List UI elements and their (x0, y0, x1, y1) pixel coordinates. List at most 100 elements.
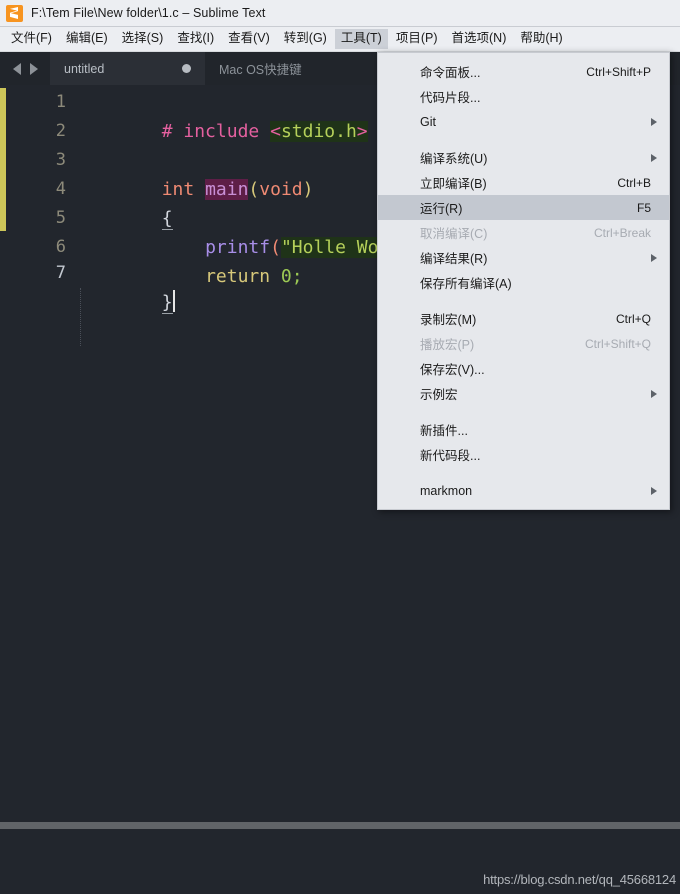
build-output-console: Holle World! [Finished in 0.4s] https://… (0, 829, 680, 894)
menu-item-label: 立即编译(B) (420, 177, 487, 191)
token-paren-close: ) (302, 179, 314, 200)
menu-preferences[interactable]: 首选项(N) (446, 29, 513, 49)
text-cursor (172, 290, 175, 312)
code-line-6: return 0; (75, 233, 303, 287)
line-number: 4 (55, 179, 66, 199)
menu-selection[interactable]: 选择(S) (116, 29, 170, 49)
menu-item-label: 新插件... (420, 424, 468, 438)
menu-item-label: 编译系统(U) (420, 152, 488, 166)
code-line-4: { (75, 175, 173, 230)
sublime-text-window: F:\Tem File\New folder\1.c – Sublime Tex… (0, 0, 680, 894)
tools-dropdown-menu: 命令面板... Ctrl+Shift+P 代码片段... Git 编译系统(U)… (377, 52, 670, 510)
code-line-5: printf("Holle Worl (75, 204, 401, 258)
menu-item-run[interactable]: 运行(R) F5 (378, 195, 669, 220)
token-number-zero: 0 (280, 266, 292, 287)
code-line-7: } (75, 259, 175, 314)
token-preprocessor-hash: # (161, 121, 173, 142)
token-angle-open: < (270, 121, 281, 142)
menu-separator (378, 300, 669, 301)
arrow-right-icon[interactable] (29, 62, 38, 75)
menu-item-new-plugin[interactable]: 新插件... (378, 417, 669, 442)
watermark-url: https://blog.csdn.net/qq_45668124 (483, 872, 676, 887)
code-line-1: # include <stdio.h> (75, 88, 368, 142)
line-number: 5 (55, 208, 66, 228)
menu-item-shortcut: Ctrl+Shift+P (586, 64, 651, 79)
menu-item-git[interactable]: Git (378, 109, 669, 134)
menu-item-label: 播放宏(P) (420, 338, 475, 352)
menu-item-shortcut: Ctrl+Break (593, 225, 651, 240)
token-angle-close: > (356, 121, 368, 142)
menu-item-save-macro[interactable]: 保存宏(V)... (378, 356, 669, 381)
unsaved-dot-icon[interactable] (182, 64, 191, 73)
menu-item-shortcut: Ctrl+B (617, 175, 651, 190)
token-include-keyword: include (172, 121, 271, 142)
menu-item-snippets[interactable]: 代码片段... (378, 84, 669, 109)
token-return-keyword: return (205, 266, 281, 287)
chevron-right-icon (651, 153, 657, 162)
menu-item-build-now[interactable]: 立即编译(B) Ctrl+B (378, 170, 669, 195)
token-paren-open: ( (248, 179, 260, 200)
menu-item-label: markmon (420, 483, 473, 498)
window-title: F:\Tem File\New folder\1.c – Sublime Tex… (31, 6, 266, 20)
menu-item-label: 录制宏(M) (420, 313, 477, 327)
menu-item-example-macros[interactable]: 示例宏 (378, 381, 669, 406)
line-number-gutter: 1 2 3 4 5 6 7 (6, 85, 75, 822)
menu-item-label: 代码片段... (420, 91, 481, 105)
token-main-selected: main (205, 179, 249, 200)
tab-navigation (0, 52, 50, 85)
menu-help[interactable]: 帮助(H) (514, 29, 568, 49)
tab-untitled[interactable]: untitled (50, 52, 205, 85)
menu-item-shortcut: Ctrl+Shift+Q (584, 336, 651, 351)
line-number: 7 (55, 263, 66, 283)
menu-item-label: 新代码段... (420, 449, 481, 463)
line-number: 6 (55, 237, 66, 257)
token-brace-close: } (161, 292, 173, 314)
tab-label: Mac OS快捷键 (219, 63, 302, 77)
code-line-3: int main(void) (75, 146, 313, 200)
line-number: 1 (55, 92, 66, 112)
chevron-right-icon (651, 389, 657, 398)
arrow-left-icon[interactable] (12, 62, 21, 75)
menu-project[interactable]: 项目(P) (390, 29, 444, 49)
menu-item-shortcut: Ctrl+Q (615, 311, 651, 326)
menu-item-record-macro[interactable]: 录制宏(M) Ctrl+Q (378, 306, 669, 331)
menu-item-markmon[interactable]: markmon (378, 478, 669, 503)
menu-separator (378, 472, 669, 473)
menu-item-cancel-build: 取消编译(C) Ctrl+Break (378, 220, 669, 245)
menu-item-shortcut: F5 (636, 200, 651, 215)
menu-file[interactable]: 文件(F) (5, 29, 58, 49)
menu-view[interactable]: 查看(V) (222, 29, 276, 49)
menu-separator (378, 411, 669, 412)
tab-label: untitled (64, 61, 105, 76)
menu-goto[interactable]: 转到(G) (278, 29, 333, 49)
chevron-right-icon (651, 486, 657, 495)
sublime-logo-icon (6, 4, 23, 22)
menu-bar: 文件(F) 编辑(E) 选择(S) 查找(I) 查看(V) 转到(G) 工具(T… (0, 27, 680, 52)
menu-item-build-system[interactable]: 编译系统(U) (378, 145, 669, 170)
console-resize-handle[interactable] (0, 822, 680, 829)
menu-item-new-snippet[interactable]: 新代码段... (378, 442, 669, 467)
menu-item-label: 命令面板... (420, 66, 481, 80)
tab-mac-os-shortcuts[interactable]: Mac OS快捷键 (205, 52, 316, 85)
menu-item-command-palette[interactable]: 命令面板... Ctrl+Shift+P (378, 59, 669, 84)
menu-item-save-all-on-build[interactable]: 保存所有编译(A) (378, 270, 669, 295)
chevron-right-icon (651, 117, 657, 126)
menu-separator (378, 139, 669, 140)
menu-find[interactable]: 查找(I) (171, 29, 220, 49)
menu-item-label: 示例宏 (420, 388, 458, 402)
menu-item-label: 运行(R) (420, 202, 463, 216)
token-header-name: stdio.h (280, 121, 357, 142)
menu-item-playback-macro: 播放宏(P) Ctrl+Shift+Q (378, 331, 669, 356)
line-number: 2 (55, 121, 66, 141)
menu-edit[interactable]: 编辑(E) (60, 29, 114, 49)
token-semicolon: ; (291, 266, 303, 287)
menu-tools[interactable]: 工具(T) (334, 29, 388, 49)
chevron-right-icon (651, 253, 657, 262)
menu-item-label: Git (420, 114, 436, 129)
menu-item-label: 取消编译(C) (420, 227, 488, 241)
menu-item-label: 保存所有编译(A) (420, 277, 512, 291)
menu-item-build-results[interactable]: 编译结果(R) (378, 245, 669, 270)
token-void-keyword: void (259, 179, 303, 200)
line-number: 3 (55, 150, 66, 170)
title-bar: F:\Tem File\New folder\1.c – Sublime Tex… (0, 0, 680, 27)
